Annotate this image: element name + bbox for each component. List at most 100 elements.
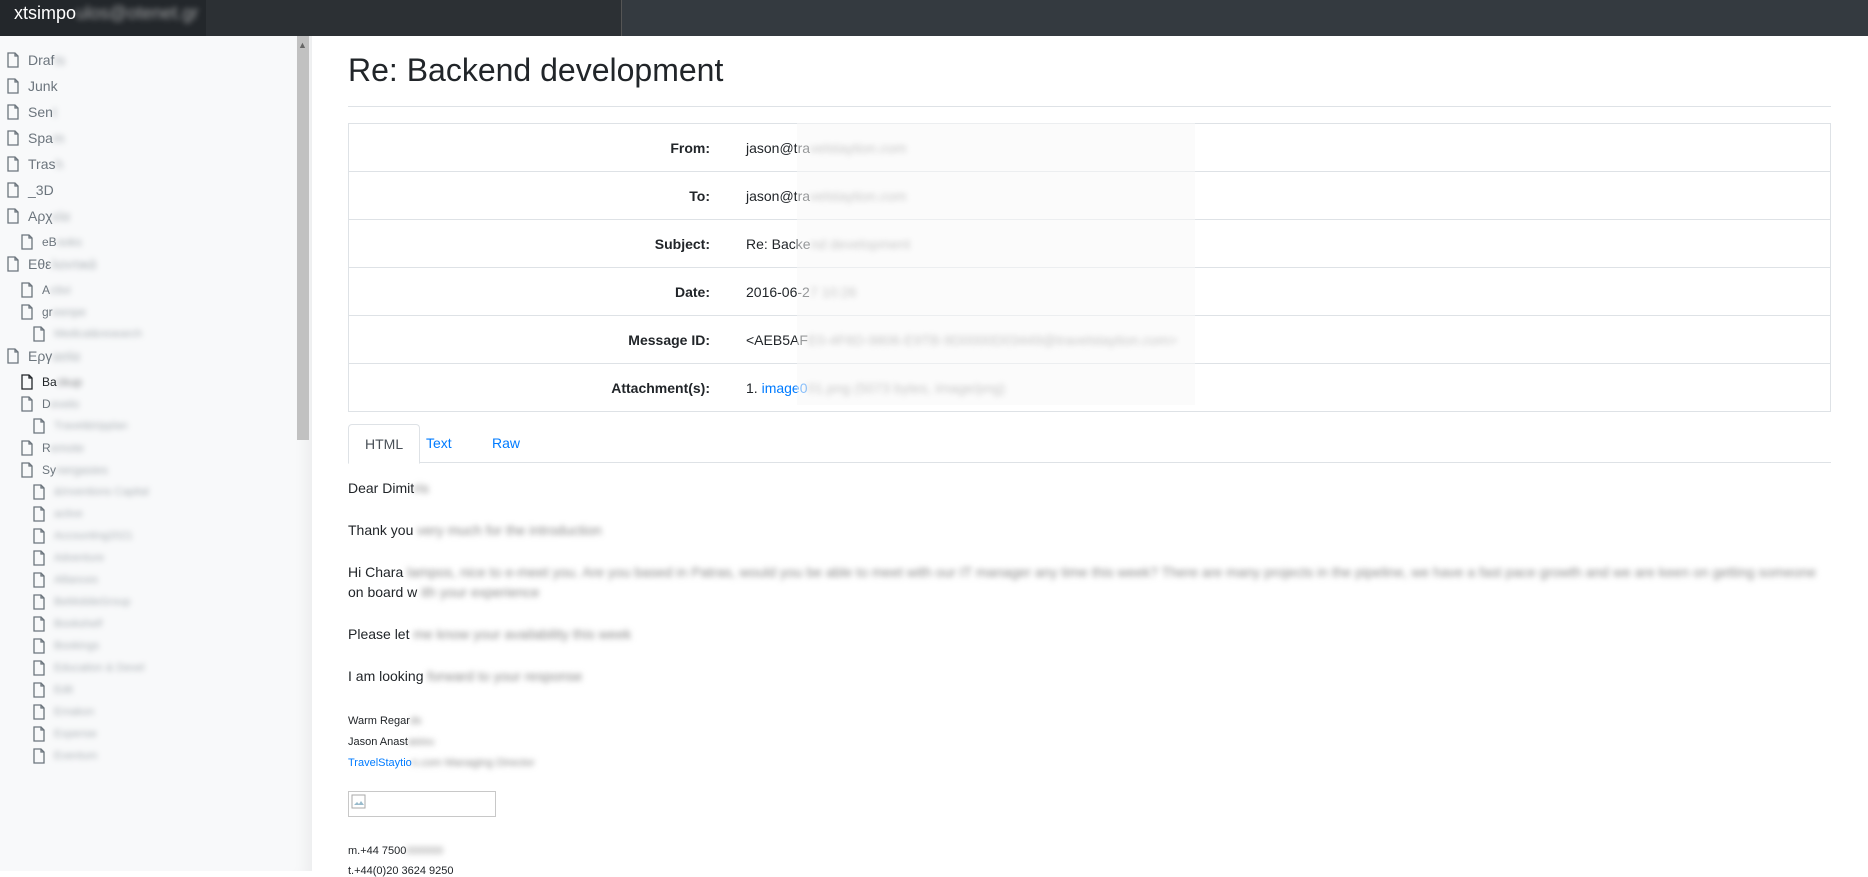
folder-label-redacted: emote: [50, 441, 85, 455]
folder-label-redacted: ts: [54, 52, 66, 68]
account-name-redacted: ulos@otenet.gr: [76, 3, 199, 23]
folder-label-redacted: Bookshelf: [54, 618, 103, 630]
folder-sidebar: Draf ts Junk Sen t Spa m Tras h _3D Αρχ εία eB ooks Εθ…: [0, 36, 312, 871]
file-icon: [33, 484, 45, 500]
file-icon: [21, 462, 33, 478]
file-icon: [33, 660, 45, 676]
file-icon: [21, 374, 33, 390]
top-navbar: xtsimpoulos@otenet.gr: [0, 0, 1868, 36]
folder-label: _3D: [28, 182, 54, 198]
header-key: Subject:: [348, 219, 737, 268]
folder-label-redacted: ckup: [56, 375, 83, 389]
account-name[interactable]: xtsimpoulos@otenet.gr: [0, 0, 206, 36]
file-icon: [33, 594, 45, 610]
folder-label: Sen: [28, 104, 53, 120]
header-key: Message ID:: [348, 315, 737, 364]
file-icon: [33, 638, 45, 654]
folder-label-redacted: nergasies: [56, 463, 109, 477]
sidebar-folder-23[interactable]: BeMobileGroup: [32, 594, 130, 610]
folder-label: R: [42, 441, 51, 455]
folder-label: Spa: [28, 130, 53, 146]
folder-label: Tras: [28, 156, 56, 172]
folder-label: eB: [42, 235, 57, 249]
sidebar-folder-5[interactable]: _3D: [6, 182, 54, 198]
sidebar-folder-0[interactable]: Draf ts: [6, 52, 65, 68]
folder-label-redacted: Medical&research: [54, 328, 143, 340]
sidebar-folder-8[interactable]: Εθε λοντικά: [6, 256, 97, 272]
tab-text[interactable]: Text: [410, 424, 468, 462]
sidebar-folder-24[interactable]: Bookshelf: [32, 616, 102, 632]
message-format-tabs: HTML Text Raw: [348, 424, 1831, 464]
redaction-overlay: [797, 123, 1195, 405]
sidebar-folder-22[interactable]: Alliances: [32, 572, 98, 588]
sidebar-folder-4[interactable]: Tras h: [6, 156, 63, 172]
file-icon: [21, 234, 33, 250]
company-link[interactable]: TravelStaytion.com: [348, 757, 442, 769]
sidebar-folder-17[interactable]: Sy nergasies: [20, 462, 108, 478]
sidebar-folder-30[interactable]: Eventum: [32, 748, 97, 764]
sidebar-folder-29[interactable]: Expense: [32, 726, 97, 742]
sidebar-folder-2[interactable]: Sen t: [6, 104, 57, 120]
sidebar-folder-26[interactable]: Education & Devel: [32, 660, 145, 676]
body-greeting: Dear Dimitris: [348, 480, 429, 496]
sidebar-folder-13[interactable]: Ba ckup: [20, 374, 82, 390]
file-icon: [7, 130, 19, 146]
body-paragraph-4: I am looking forward to your response: [348, 668, 583, 684]
sidebar-folder-1[interactable]: Junk: [6, 78, 58, 94]
sidebar-folder-3[interactable]: Spa m: [6, 130, 65, 146]
navbar-search-area: [206, 0, 622, 36]
signature-company: TravelStaytion.com Managing Director: [348, 757, 535, 769]
folder-label-redacted: eenpe: [52, 305, 87, 319]
file-icon: [33, 704, 45, 720]
sidebar-folder-27[interactable]: Edit: [32, 682, 73, 698]
file-icon: [7, 78, 19, 94]
sidebar-folder-14[interactable]: Develo: [20, 396, 79, 412]
file-icon: [33, 550, 45, 566]
sidebar-folder-21[interactable]: Adventure: [32, 550, 104, 566]
header-key: Attachment(s):: [348, 363, 737, 412]
body-paragraph-2-cont: on board w ith your experience: [348, 584, 540, 600]
folder-label: Ba: [42, 375, 57, 389]
file-icon: [7, 52, 19, 68]
folder-label-redacted: Adventure: [54, 552, 105, 564]
sidebar-folder-9[interactable]: Activi: [20, 282, 71, 298]
sidebar-folder-7[interactable]: eB ooks: [20, 234, 82, 250]
sidebar-folder-12[interactable]: Εργ ασία: [6, 348, 80, 364]
sidebar-folder-28[interactable]: Emakon: [32, 704, 94, 720]
folder-label: Εργ: [28, 348, 53, 364]
sidebar-folder-6[interactable]: Αρχ εία: [6, 208, 70, 224]
folder-label-redacted: Expense: [54, 728, 97, 740]
message-title: Re: Backend development: [348, 52, 724, 88]
file-icon: [33, 572, 45, 588]
body-paragraph-3: Please let me know your availability thi…: [348, 626, 632, 642]
folder-label-redacted: m: [52, 130, 65, 146]
folder-label-redacted: Bookings: [54, 640, 100, 652]
tab-raw[interactable]: Raw: [476, 424, 536, 462]
title-divider: [348, 106, 1831, 107]
folder-label-redacted: εία: [52, 208, 71, 224]
sidebar-folder-11[interactable]: Medical&research: [32, 326, 142, 342]
folder-label-redacted: Alliances: [54, 574, 99, 586]
file-icon: [7, 182, 19, 198]
folder-label-redacted: t: [52, 104, 57, 120]
file-icon: [33, 506, 45, 522]
folder-label: Junk: [28, 78, 58, 94]
sidebar-folder-16[interactable]: Remote: [20, 440, 84, 456]
signature-name: Jason Anastasiou: [348, 736, 435, 748]
header-key: From:: [348, 123, 737, 172]
file-icon: [7, 208, 19, 224]
signature-phone: t.+44(0)20 3624 9250: [348, 865, 454, 877]
sidebar-folder-20[interactable]: Accounting2021: [32, 528, 133, 544]
sidebar-scrollbar[interactable]: [297, 36, 309, 440]
file-icon: [33, 748, 45, 764]
folder-label-redacted: h: [55, 156, 64, 172]
scroll-up-arrow-icon[interactable]: ▲: [298, 40, 307, 50]
sidebar-folder-25[interactable]: Bookings: [32, 638, 99, 654]
folder-label-redacted: evelo: [50, 397, 80, 411]
sidebar-folder-10[interactable]: gr eenpe: [20, 304, 86, 320]
folder-label-redacted: Edit: [54, 684, 73, 696]
sidebar-folder-19[interactable]: active: [32, 506, 83, 522]
sidebar-folder-18[interactable]: &Inventions Capital: [32, 484, 149, 500]
folder-label: A: [42, 283, 51, 297]
sidebar-folder-15[interactable]: Travel&tripplan: [32, 418, 128, 434]
